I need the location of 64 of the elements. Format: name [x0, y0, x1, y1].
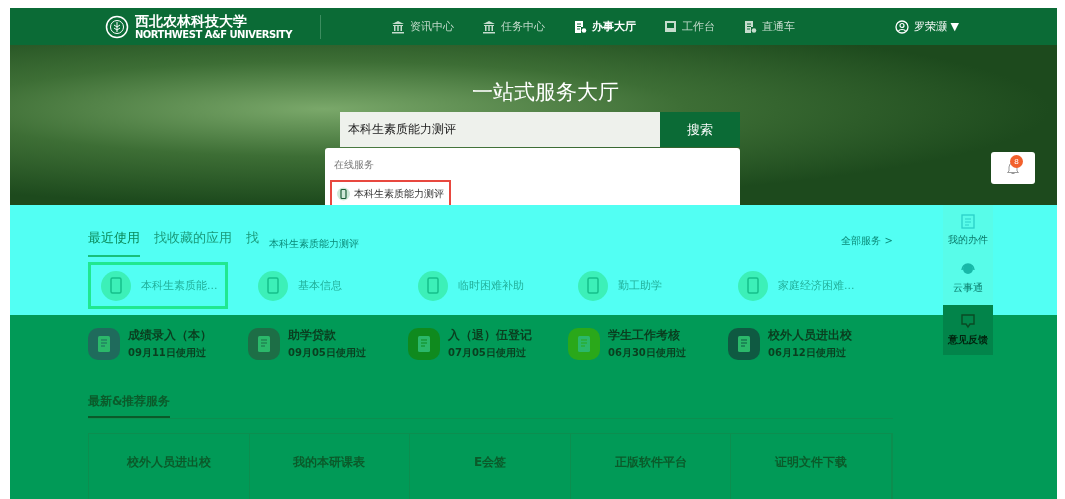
recommended-service-card[interactable]: 校外人员进出校	[89, 434, 250, 499]
document-icon	[961, 213, 975, 229]
recent-app[interactable]: 基本信息	[248, 262, 408, 309]
app-icon	[258, 270, 288, 301]
university-name-english: NORTHWEST A&F UNIVERSITY	[135, 29, 292, 40]
app-icon	[578, 270, 608, 301]
document-icon	[572, 19, 587, 34]
university-name: 西北农林科技大学	[135, 13, 248, 28]
frequent-service[interactable]: 入（退）伍登记 07月05日使用过	[408, 327, 568, 360]
search-button[interactable]: 搜索	[660, 112, 740, 147]
frequent-service[interactable]: 成绩录入（本） 09月11日使用过	[88, 327, 248, 360]
app-icon	[738, 270, 768, 301]
last-used-date: 09月05日使用过	[288, 346, 366, 360]
last-used-date: 06月12日使用过	[768, 346, 847, 360]
recent-app[interactable]: 家庭经济困难...	[728, 262, 888, 309]
page-title: 一站式服务大厅	[470, 79, 620, 106]
service-name: 校外人员进出校	[768, 327, 852, 344]
nav-link[interactable]: 办事大厅	[572, 19, 636, 34]
chat-icon	[960, 313, 976, 329]
bank-icon	[390, 19, 405, 34]
recent-app[interactable]: 本科生素质能...	[88, 262, 228, 309]
university-emblem-icon	[105, 14, 129, 39]
recommended-service-card[interactable]: E会签	[410, 434, 571, 499]
last-used-date: 09月11日使用过	[128, 346, 207, 360]
bell-icon	[1006, 161, 1020, 175]
app-icon	[101, 270, 131, 301]
sidebar-item[interactable]: 我的办件	[943, 213, 993, 247]
suggestion-text: 本科生素质能力测评	[269, 237, 359, 251]
recent-app[interactable]: 临时困难补助	[408, 262, 568, 309]
all-services-link[interactable]: 全部服务 >	[841, 234, 893, 248]
tab[interactable]: 找收藏的应用	[154, 225, 232, 257]
search-field[interactable]: 本科生素质能力测评	[340, 112, 660, 147]
nav-link[interactable]: 工作台	[663, 19, 715, 34]
recommended-service-card[interactable]: 我的本研课表	[249, 434, 411, 499]
recommended-service-card[interactable]: 证明文件下载	[731, 434, 892, 499]
frequent-service[interactable]: 校外人员进出校 06月12日使用过	[728, 327, 888, 360]
service-name: 助学贷款	[288, 327, 337, 344]
app-icon	[418, 270, 448, 301]
user-menu[interactable]: 罗荣灏 ▼	[894, 19, 959, 34]
user-icon	[894, 19, 909, 34]
nav-link[interactable]: 资讯中心	[390, 19, 454, 34]
service-name: 学生工作考核	[608, 327, 681, 344]
sidebar-item[interactable]: 云事通	[943, 261, 993, 295]
suggestion-group-heading: 在线服务	[333, 158, 374, 172]
document-icon	[742, 19, 757, 34]
service-name: 入（退）伍登记	[448, 327, 532, 344]
frequent-service[interactable]: 助学贷款 09月05日使用过	[248, 327, 408, 360]
nav-link[interactable]: 直通车	[742, 19, 795, 34]
notification-count-badge: 8	[1010, 155, 1023, 168]
notification-button[interactable]: 8	[991, 152, 1035, 184]
sidebar-item[interactable]: 意见反馈	[943, 305, 993, 355]
service-name: 成绩录入（本）	[128, 327, 212, 344]
phone-icon	[337, 187, 350, 201]
bank-icon	[481, 19, 496, 34]
recent-app[interactable]: 勤工助学	[568, 262, 728, 309]
last-used-date: 07月05日使用过	[448, 346, 527, 360]
last-used-date: 06月30日使用过	[608, 346, 686, 360]
recommended-service-card[interactable]: 正版软件平台	[570, 434, 732, 499]
tab[interactable]: 最近使用	[88, 225, 140, 257]
nav-link[interactable]: 任务中心	[481, 19, 545, 34]
tab[interactable]: 找	[246, 225, 259, 257]
board-icon	[663, 20, 677, 33]
frequent-service[interactable]: 学生工作考核 06月30日使用过	[568, 327, 728, 360]
section-heading: 最新&推荐服务	[88, 393, 171, 418]
